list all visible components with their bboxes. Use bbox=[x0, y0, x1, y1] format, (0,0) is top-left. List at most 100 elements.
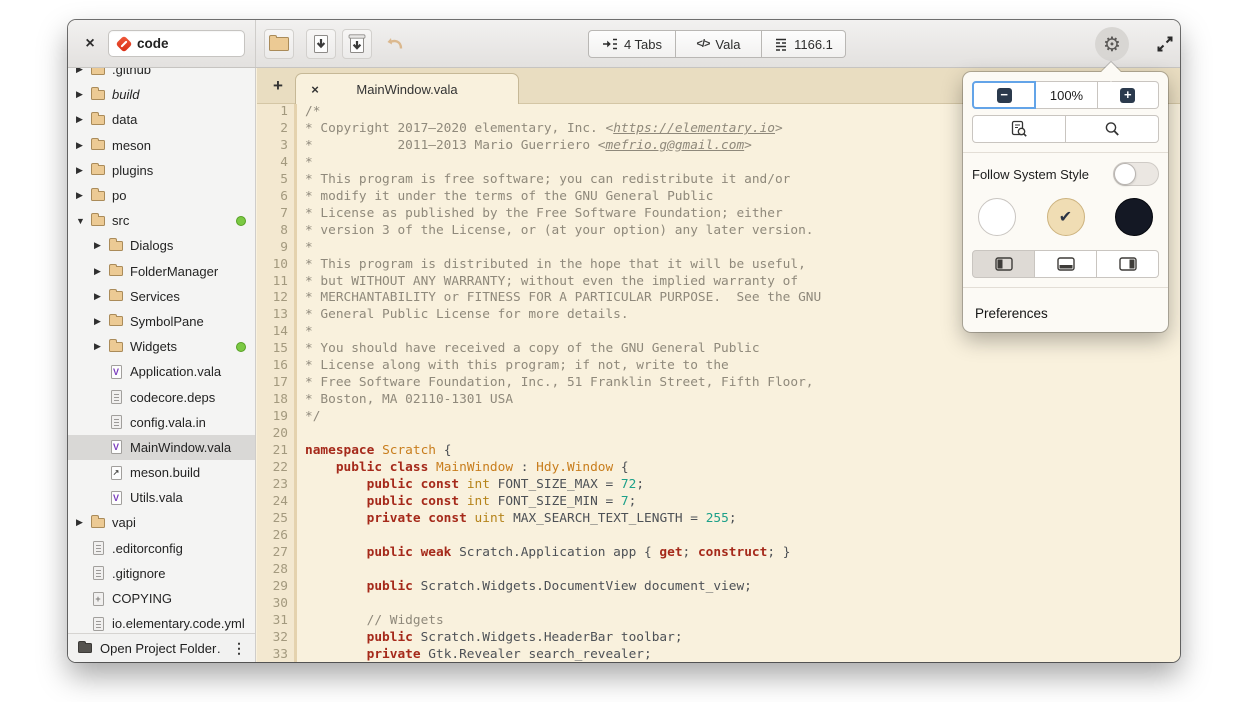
text-file-icon bbox=[90, 540, 106, 556]
code-text: * Boston, MA 02110-1301 USA bbox=[297, 392, 513, 409]
tree-item-po[interactable]: ▶po bbox=[68, 183, 255, 208]
zoom-in-button[interactable]: + bbox=[1098, 81, 1159, 109]
expand-arrow-icon[interactable]: ▶ bbox=[94, 341, 108, 352]
code-text: * You should have received a copy of the… bbox=[297, 341, 760, 358]
project-chooser-button[interactable]: code bbox=[108, 30, 245, 57]
expand-arrow-icon[interactable]: ▶ bbox=[76, 140, 90, 151]
vala-file-icon: V bbox=[108, 364, 124, 380]
code-text bbox=[297, 426, 305, 443]
code-line: 26 bbox=[257, 528, 1180, 545]
tree-item-mainwindow-vala[interactable]: VMainWindow.vala bbox=[68, 435, 255, 460]
tree-item-dialogs[interactable]: ▶Dialogs bbox=[68, 233, 255, 258]
tree-item-utils-vala[interactable]: VUtils.vala bbox=[68, 485, 255, 510]
zoom-out-button[interactable]: − bbox=[972, 81, 1036, 109]
code-brackets-icon: </> bbox=[697, 38, 710, 50]
tree-item-data[interactable]: ▶data bbox=[68, 107, 255, 132]
tree-item--gitignore[interactable]: .gitignore bbox=[68, 561, 255, 586]
tab-overview-button[interactable]: 4 Tabs bbox=[588, 30, 676, 58]
tree-item-services[interactable]: ▶ Services bbox=[68, 284, 255, 309]
tree-item-meson[interactable]: ▶meson bbox=[68, 133, 255, 158]
follow-system-style-row: Follow System Style bbox=[972, 162, 1159, 186]
expand-arrow-icon[interactable]: ▶ bbox=[76, 68, 90, 75]
light-style-button[interactable] bbox=[978, 198, 1016, 236]
expand-arrow-icon[interactable]: ▶ bbox=[94, 240, 108, 251]
tree-item-foldermanager[interactable]: ▶FolderManager bbox=[68, 259, 255, 284]
code-line: 25 private const uint MAX_SEARCH_TEXT_LE… bbox=[257, 511, 1180, 528]
tree-item--github[interactable]: ▶.github bbox=[68, 68, 255, 82]
revert-icon bbox=[385, 34, 405, 54]
tree-item-label: plugins bbox=[112, 163, 153, 178]
tree-item-vapi[interactable]: ▶vapi bbox=[68, 510, 255, 535]
tree-item-symbolpane[interactable]: ▶SymbolPane bbox=[68, 309, 255, 334]
line-number: 8 bbox=[257, 223, 297, 240]
sidebar-header: × code bbox=[68, 20, 256, 67]
expand-arrow-icon[interactable]: ▶ bbox=[76, 517, 90, 528]
expand-arrow-icon[interactable]: ▶ bbox=[76, 89, 90, 100]
tree-item-meson-build[interactable]: ↗meson.build bbox=[68, 460, 255, 485]
fullscreen-button[interactable] bbox=[1154, 32, 1178, 56]
line-number: 13 bbox=[257, 307, 297, 324]
line-number: 33 bbox=[257, 647, 297, 663]
code-line: 27 public weak Scratch.Application app {… bbox=[257, 545, 1180, 562]
toggle-right-panel-button[interactable] bbox=[1097, 250, 1159, 278]
tab-close-button[interactable]: × bbox=[306, 80, 324, 98]
tree-item-config-vala-in[interactable]: config.vala.in bbox=[68, 410, 255, 435]
tree-item-application-vala[interactable]: VApplication.vala bbox=[68, 359, 255, 384]
find-button[interactable] bbox=[1066, 115, 1159, 143]
save-as-button[interactable] bbox=[342, 29, 372, 59]
tree-item-copying[interactable]: +COPYING bbox=[68, 586, 255, 611]
folder-icon bbox=[78, 643, 92, 653]
line-number: 3 bbox=[257, 138, 297, 155]
find-in-project-button[interactable] bbox=[972, 115, 1066, 143]
code-text: public Scratch.Widgets.DocumentView docu… bbox=[297, 579, 752, 596]
tree-item-label: Services bbox=[130, 289, 180, 304]
tab-mainwindow-vala[interactable]: × MainWindow.vala bbox=[295, 73, 519, 104]
sepia-style-button[interactable]: ✔ bbox=[1047, 198, 1085, 236]
tree-item--editorconfig[interactable]: .editorconfig bbox=[68, 536, 255, 561]
code-line: 31 // Widgets bbox=[257, 613, 1180, 630]
new-tab-button[interactable]: + bbox=[265, 73, 291, 99]
open-project-folder-button[interactable]: Open Project Folder… ⋮ bbox=[68, 633, 255, 662]
tree-item-build[interactable]: ▶ build bbox=[68, 82, 255, 107]
collapse-arrow-icon[interactable]: ▼ bbox=[76, 216, 90, 226]
code-line: 15* You should have received a copy of t… bbox=[257, 341, 1180, 358]
open-project-label: Open Project Folder… bbox=[100, 641, 221, 656]
tree-item-widgets[interactable]: ▶Widgets bbox=[68, 334, 255, 359]
goto-line-button[interactable]: 1166.1 bbox=[762, 30, 846, 58]
revert-button[interactable] bbox=[380, 29, 410, 59]
tree-item-codecore-deps[interactable]: codecore.deps bbox=[68, 384, 255, 409]
code-line: 33 private Gtk.Revealer search_revealer; bbox=[257, 647, 1180, 663]
code-text: * This program is distributed in the hop… bbox=[297, 257, 806, 274]
follow-system-style-switch[interactable] bbox=[1113, 162, 1159, 186]
project-options-menu-button[interactable]: ⋮ bbox=[229, 637, 249, 659]
expand-arrow-icon[interactable]: ▶ bbox=[76, 190, 90, 201]
line-number: 22 bbox=[257, 460, 297, 477]
license-file-icon: + bbox=[90, 591, 106, 607]
toggle-left-panel-button[interactable] bbox=[972, 250, 1035, 278]
save-button[interactable] bbox=[306, 29, 336, 59]
text-file-icon bbox=[90, 565, 106, 581]
preferences-menu-item[interactable]: Preferences bbox=[972, 295, 1159, 332]
expand-arrow-icon[interactable]: ▶ bbox=[76, 114, 90, 125]
vala-file-icon: V bbox=[108, 439, 124, 455]
open-file-button[interactable] bbox=[264, 29, 294, 59]
settings-menu-button[interactable]: ⚙ bbox=[1095, 27, 1129, 61]
tree-item-src[interactable]: ▼src bbox=[68, 208, 255, 233]
expand-arrow-icon[interactable]: ▶ bbox=[76, 165, 90, 176]
tree-item-label: config.vala.in bbox=[130, 415, 206, 430]
expand-arrow-icon[interactable]: ▶ bbox=[94, 316, 108, 327]
close-window-button[interactable]: × bbox=[77, 31, 103, 57]
code-line: 28 bbox=[257, 562, 1180, 579]
expand-arrow-icon[interactable]: ▶ bbox=[94, 266, 108, 277]
line-number: 17 bbox=[257, 375, 297, 392]
zoom-reset-button[interactable]: 100% bbox=[1036, 81, 1097, 109]
vcs-status-badge bbox=[236, 342, 246, 352]
tree-item-label: build bbox=[112, 87, 139, 102]
code-text: * MERCHANTABILITY or FITNESS FOR A PARTI… bbox=[297, 290, 821, 307]
settings-popover: − 100% + bbox=[963, 72, 1168, 332]
dark-style-button[interactable] bbox=[1115, 198, 1153, 236]
language-button[interactable]: </> Vala bbox=[676, 30, 762, 58]
tree-item-plugins[interactable]: ▶ plugins bbox=[68, 158, 255, 183]
toggle-bottom-panel-button[interactable] bbox=[1035, 250, 1097, 278]
expand-arrow-icon[interactable]: ▶ bbox=[94, 291, 108, 302]
